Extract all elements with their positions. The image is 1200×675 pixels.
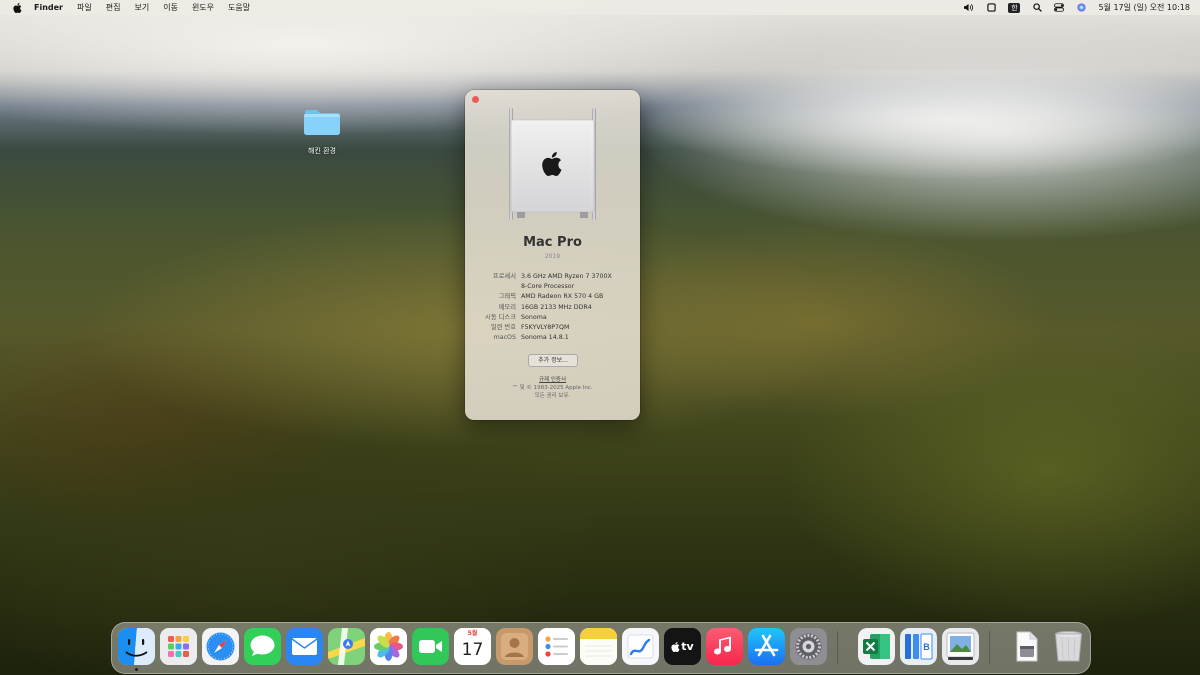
- siri-icon[interactable]: [1076, 3, 1086, 13]
- spec-label: 그래픽: [498, 293, 516, 301]
- contacts-icon[interactable]: [496, 628, 533, 665]
- spec-value: 3.6 GHz AMD Ryzen 7 3700X: [521, 273, 612, 280]
- copyright-line: 모든 권리 보유.: [534, 393, 571, 399]
- svg-text:B: B: [923, 642, 930, 652]
- calendar-icon[interactable]: 5월 17: [454, 628, 491, 665]
- excel-icon[interactable]: [858, 628, 895, 665]
- dock-separator: [837, 631, 838, 665]
- calendar-day: 17: [461, 640, 484, 660]
- spec-value: 16GB 2133 MHz DDR4: [521, 303, 592, 311]
- preview-icon[interactable]: [942, 628, 979, 665]
- menu-go[interactable]: 이동: [163, 2, 178, 13]
- display-icon[interactable]: [986, 3, 996, 13]
- menu-app-finder[interactable]: Finder: [34, 3, 63, 12]
- spec-label: [479, 283, 521, 291]
- volume-icon[interactable]: [964, 3, 974, 13]
- menu-view[interactable]: 보기: [134, 2, 149, 13]
- spec-label: 시동 디스크: [485, 313, 516, 321]
- dock-separator: [989, 631, 990, 665]
- menu-file[interactable]: 파일: [77, 2, 92, 13]
- ui-browser-icon[interactable]: B: [900, 628, 937, 665]
- calendar-month: 5월: [454, 628, 491, 639]
- copyright-text: ™ 및 © 1983-2025 Apple Inc. 모든 권리 보유.: [465, 384, 640, 400]
- menu-bar: Finder 파일 편집 보기 이동 윈도우 도움말 한 5월 17일 (일) …: [0, 0, 1200, 15]
- finder-icon[interactable]: [118, 628, 155, 665]
- spec-row-graphics: 그래픽 AMD Radeon RX 570 4 GB: [479, 293, 631, 301]
- facetime-icon[interactable]: [412, 628, 449, 665]
- spec-row-processor: 프로세서 3.6 GHz AMD Ryzen 7 3700X: [479, 273, 631, 281]
- control-center-icon[interactable]: [1054, 3, 1065, 13]
- desktop-folder[interactable]: 해킨 환경: [298, 108, 346, 156]
- notes-icon[interactable]: [580, 628, 617, 665]
- folder-icon: [303, 108, 341, 136]
- safari-icon[interactable]: [202, 628, 239, 665]
- trash-icon[interactable]: [1050, 628, 1087, 665]
- launchpad-icon[interactable]: [160, 628, 197, 665]
- photos-icon[interactable]: [370, 628, 407, 665]
- apple-tv-label: tv: [681, 640, 694, 653]
- mac-pro-image: [505, 108, 600, 220]
- mail-icon[interactable]: [286, 628, 323, 665]
- about-this-mac-window: Mac Pro 2019 프로세서 3.6 GHz AMD Ryzen 7 37…: [465, 90, 640, 420]
- spec-list: 프로세서 3.6 GHz AMD Ryzen 7 3700X 8-Core Pr…: [479, 273, 631, 344]
- dock: 5월 17 tv B: [111, 622, 1091, 674]
- more-info-button[interactable]: 추가 정보...: [528, 354, 578, 367]
- menu-help[interactable]: 도움말: [228, 2, 250, 13]
- freeform-icon[interactable]: [622, 628, 659, 665]
- spec-label: macOS: [493, 334, 516, 342]
- spec-label: 프로세서: [492, 273, 516, 280]
- apple-menu-icon[interactable]: [12, 2, 22, 13]
- spec-label: 일련 번호: [490, 323, 516, 331]
- running-indicator: [135, 668, 138, 671]
- spec-label: 메모리: [498, 303, 516, 311]
- regulatory-certification-link[interactable]: 규제 인증서: [465, 375, 640, 383]
- reminders-icon[interactable]: [538, 628, 575, 665]
- model-name: Mac Pro: [523, 235, 582, 250]
- spec-row-startup-disk: 시동 디스크 Sonoma: [479, 314, 631, 322]
- apple-tv-icon[interactable]: tv: [664, 628, 701, 665]
- menubar-clock[interactable]: 5월 17일 (일) 오전 10:18: [1098, 2, 1190, 13]
- spec-value: 8-Core Processor: [521, 283, 575, 291]
- menu-window[interactable]: 윈도우: [192, 2, 214, 13]
- spec-value: AMD Radeon RX 570 4 GB: [521, 293, 604, 301]
- system-settings-icon[interactable]: [790, 628, 827, 665]
- input-method-indicator[interactable]: 한: [1008, 2, 1021, 13]
- spec-row-memory: 메모리 16GB 2133 MHz DDR4: [479, 304, 631, 312]
- spec-row-macos: macOS Sonoma 14.8.1: [479, 334, 631, 342]
- spec-row-processor-cont: 8-Core Processor: [479, 283, 631, 291]
- menu-edit[interactable]: 편집: [106, 2, 121, 13]
- spec-value: Sonoma: [521, 313, 547, 321]
- messages-icon[interactable]: [244, 628, 281, 665]
- music-icon[interactable]: [706, 628, 743, 665]
- folder-label: 해킨 환경: [308, 147, 336, 155]
- model-year: 2019: [544, 253, 561, 260]
- maps-icon[interactable]: [328, 628, 365, 665]
- copyright-line: ™ 및 © 1983-2025 Apple Inc.: [512, 385, 593, 391]
- spec-row-serial: 일련 번호 F5KYVLY8P7QM: [479, 324, 631, 332]
- documents-folder-icon[interactable]: [1008, 628, 1045, 665]
- spotlight-search-icon[interactable]: [1032, 3, 1042, 13]
- spec-value: Sonoma 14.8.1: [521, 334, 569, 342]
- wallpaper-fog: [640, 70, 1200, 180]
- app-store-icon[interactable]: [748, 628, 785, 665]
- window-close-button[interactable]: [472, 96, 479, 103]
- spec-value: F5KYVLY8P7QM: [521, 323, 570, 331]
